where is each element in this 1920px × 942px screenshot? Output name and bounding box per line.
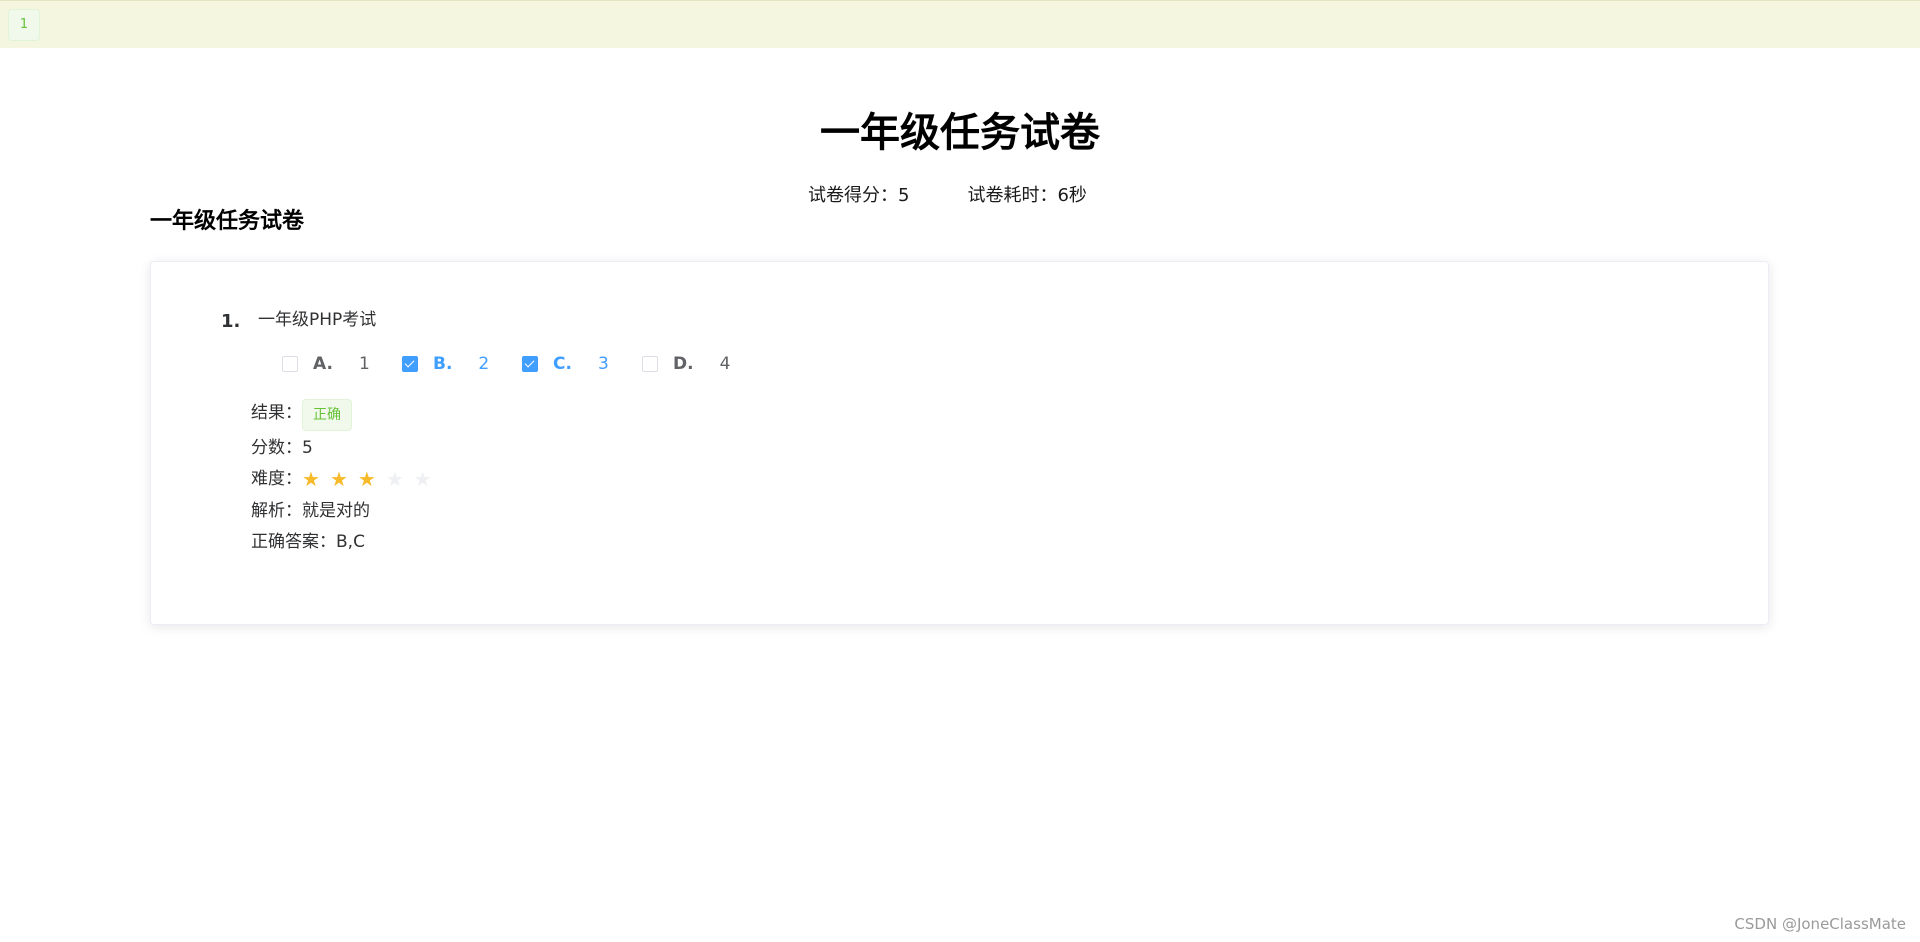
difficulty-label: 难度： xyxy=(251,469,302,489)
star-icon[interactable]: ★ xyxy=(302,469,320,489)
result-label: 结果： xyxy=(251,403,302,423)
analysis-value: 就是对的 xyxy=(302,501,370,521)
top-tab-bar: 1 xyxy=(0,0,1920,48)
option-c[interactable]: C. 3 xyxy=(522,350,609,378)
score-label: 分数： xyxy=(251,438,302,458)
paper-meta: 试卷得分：5 试卷耗时：6秒 xyxy=(808,183,1087,209)
result-tag: 正确 xyxy=(302,399,352,431)
question-text: 一年级PHP考试 xyxy=(258,310,377,330)
tab-badge[interactable]: 1 xyxy=(8,9,40,41)
option-b-checkbox[interactable] xyxy=(402,356,418,372)
option-a-letter: A. xyxy=(313,354,333,374)
option-c-value: 3 xyxy=(597,354,609,374)
option-b-value: 2 xyxy=(478,354,490,374)
paper-time-value: 6秒 xyxy=(1057,185,1087,206)
score-row: 分数： 5 xyxy=(251,436,313,460)
star-icon[interactable]: ★ xyxy=(386,469,404,489)
option-d-letter: D. xyxy=(673,354,694,374)
option-b[interactable]: B. 2 xyxy=(402,350,489,378)
paper-score: 试卷得分：5 xyxy=(808,183,909,209)
page-title: 一年级任务试卷 xyxy=(820,110,1100,156)
option-c-letter: C. xyxy=(553,354,572,374)
option-c-checkbox[interactable] xyxy=(522,356,538,372)
option-d-value: 4 xyxy=(719,354,731,374)
analysis-label: 解析： xyxy=(251,501,302,521)
score-value: 5 xyxy=(302,438,313,458)
section-title: 一年级任务试卷 xyxy=(150,209,305,234)
paper-time: 试卷耗时：6秒 xyxy=(967,183,1086,209)
watermark: CSDN @JoneClassMate xyxy=(1734,915,1906,933)
result-row: 结果： 正确 xyxy=(251,399,352,431)
paper-score-value: 5 xyxy=(898,185,910,206)
analysis-row: 解析： 就是对的 xyxy=(251,499,370,523)
answer-value: B,C xyxy=(336,532,365,552)
star-icon[interactable]: ★ xyxy=(358,469,376,489)
question-card: 1. 一年级PHP考试 A. 1 B. 2 C. 3 D. 4 结果： 正确 分… xyxy=(150,261,1769,625)
difficulty-rating[interactable]: ★ ★ ★ ★ ★ xyxy=(302,469,442,489)
question-number: 1. xyxy=(221,311,241,332)
option-a-checkbox[interactable] xyxy=(282,356,298,372)
difficulty-row: 难度： ★ ★ ★ ★ ★ xyxy=(251,467,442,491)
option-a[interactable]: A. 1 xyxy=(282,350,370,378)
paper-score-label: 试卷得分： xyxy=(808,185,898,206)
paper-time-label: 试卷耗时： xyxy=(967,185,1058,206)
star-icon[interactable]: ★ xyxy=(330,469,348,489)
option-d[interactable]: D. 4 xyxy=(642,350,730,378)
answer-label: 正确答案： xyxy=(251,532,336,552)
star-icon[interactable]: ★ xyxy=(414,469,432,489)
answer-row: 正确答案： B,C xyxy=(251,530,365,554)
option-b-letter: B. xyxy=(433,354,453,374)
option-a-value: 1 xyxy=(358,354,370,374)
option-d-checkbox[interactable] xyxy=(642,356,658,372)
